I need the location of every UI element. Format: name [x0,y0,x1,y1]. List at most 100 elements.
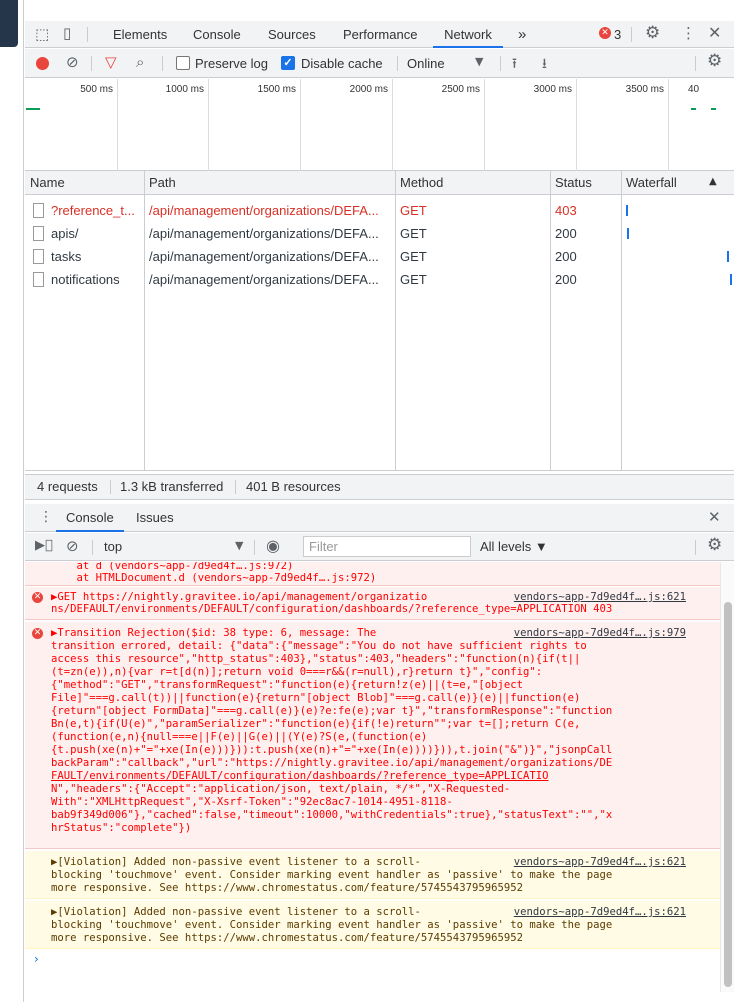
stack-line: at HTMLDocument.d (vendors~app-7d9ed4f….… [51,572,377,584]
separator [500,56,501,71]
console-message-text: ▶[Violation] Added non-passive event lis… [51,856,421,868]
drawer-tab-issues[interactable]: Issues [136,504,174,532]
network-summary-bar: 4 requests 1.3 kB transferred 401 B reso… [25,474,734,500]
waterfall-bar [730,274,732,285]
console-scrollbar[interactable] [720,562,734,992]
timeline-tick-label: 3000 ms [533,84,572,95]
context-selector[interactable]: top [104,533,122,561]
tab-network[interactable]: Network [433,21,503,48]
settings-gear-icon[interactable]: ⚙ [645,23,660,43]
tab-sources[interactable]: Sources [268,21,316,48]
request-method: GET [400,249,427,264]
table-row[interactable]: notifications /api/management/organizati… [25,268,734,291]
import-har-icon[interactable]: ⭱ [512,53,517,77]
table-row[interactable]: ?reference_t... /api/management/organiza… [25,199,734,222]
live-expression-eye-icon[interactable]: ◉ [266,536,280,555]
column-header-method[interactable]: Method [395,171,443,195]
inspect-element-icon[interactable]: ⬚ [35,25,49,43]
close-devtools-icon[interactable]: ✕ [708,23,721,42]
log-levels-dropdown[interactable]: All levels ▼ [480,533,548,561]
console-message-text: ▶Transition Rejection($id: 38 type: 6, m… [51,627,377,639]
device-toolbar-icon[interactable]: ▯ [63,24,71,42]
console-message-text: more responsive. See https://www.chromes… [51,932,523,944]
requests-table: Name Path Method Status Waterfall ▲ ?ref… [25,171,734,471]
separator [235,480,236,494]
document-icon [33,203,44,218]
console-output[interactable]: at d (vendors~app-7d9ed4f….js:972) at HT… [25,562,720,992]
console-message-text[interactable]: ▶GET https://nightly.gravitee.io/api/man… [51,591,427,603]
source-link[interactable]: vendors~app-7d9ed4f….js:621 [514,591,686,603]
tab-console[interactable]: Console [193,21,241,48]
console-message-link[interactable]: FAULT/environments/DEFAULT/configuration… [51,770,548,782]
console-message-violation[interactable]: vendors~app-7d9ed4f….js:621 ▶[Violation]… [25,851,720,899]
clear-console-icon[interactable]: ⊘ [66,537,79,555]
console-message-text: {"method":"GET","transformRequest":"func… [51,679,523,691]
table-row[interactable]: apis/ /api/management/organizations/DEFA… [25,222,734,245]
separator [631,27,632,42]
error-count[interactable]: 3 [614,21,621,48]
console-message-text: more responsive. See https://www.chromes… [51,882,523,894]
search-icon[interactable]: ⌕ [136,53,144,71]
tab-elements[interactable]: Elements [113,21,167,48]
sort-ascending-icon[interactable]: ▲ [709,176,717,187]
network-settings-gear-icon[interactable]: ⚙ [707,51,722,71]
separator [254,540,255,555]
preserve-log-checkbox[interactable] [176,56,190,70]
console-message-get-error[interactable]: ✕ ▶GET https://nightly.gravitee.io/api/m… [25,587,720,620]
timeline-tick-label: 1000 ms [165,84,204,95]
request-name: notifications [51,272,120,287]
separator [110,480,111,494]
context-dropdown-icon[interactable]: ▼ [235,539,243,552]
console-message-transition-error[interactable]: ✕ vendors~app-7d9ed4f….js:979 ▶Transitio… [25,622,720,849]
timeline-tick-label: 1500 ms [257,84,296,95]
timeline-tick [300,79,301,171]
show-sidebar-icon[interactable]: ▶⃞ [35,538,53,553]
document-icon [33,249,44,264]
error-count-icon[interactable]: ✕ [599,27,611,39]
disable-cache-checkbox[interactable]: ✓ [281,56,295,70]
close-drawer-icon[interactable]: ✕ [708,508,721,526]
table-row[interactable]: tasks /api/management/organizations/DEFA… [25,245,734,268]
request-method: GET [400,272,427,287]
separator [91,56,92,71]
request-path: /api/management/organizations/DEFA... [149,226,379,241]
console-message-text: Bn(e,t){if(U(e)","paramSerializer":"func… [51,718,581,730]
timeline-activity-mark [691,108,696,110]
console-settings-gear-icon[interactable]: ⚙ [707,535,722,555]
timeline-tick-label: 500 ms [80,84,113,95]
console-filter-input[interactable]: Filter [303,536,471,557]
scrollbar-thumb[interactable] [724,602,732,987]
error-icon: ✕ [32,592,43,603]
export-har-icon[interactable]: ⭳ [542,53,547,77]
more-options-icon[interactable]: ⋮ [681,24,696,42]
column-header-name[interactable]: Name [25,171,65,195]
separator [695,540,696,555]
timeline-tick [208,79,209,171]
drawer-menu-icon[interactable]: ⋮ [39,509,53,525]
drawer-tab-console[interactable]: Console [56,504,124,532]
console-message-violation[interactable]: vendors~app-7d9ed4f….js:621 ▶[Violation]… [25,901,720,949]
column-header-path[interactable]: Path [144,171,176,195]
stack-line: at d (vendors~app-7d9ed4f….js:972) [51,562,294,572]
filter-icon[interactable]: ▽ [105,53,117,71]
source-link[interactable]: vendors~app-7d9ed4f….js:621 [514,856,686,868]
console-prompt-icon[interactable]: › [34,952,39,966]
drawer-tabbar: ⋮ Console Issues ✕ [25,504,734,532]
source-link[interactable]: vendors~app-7d9ed4f….js:621 [514,906,686,918]
disable-cache-label: Disable cache [301,56,383,71]
more-tabs-button[interactable]: » [518,21,526,48]
throttle-select[interactable]: Online [407,49,445,78]
clear-icon[interactable]: ⊘ [66,53,79,71]
column-header-waterfall[interactable]: Waterfall [621,171,677,195]
network-overview-timeline[interactable]: 500 ms 1000 ms 1500 ms 2000 ms 2500 ms 3… [25,79,734,171]
record-icon[interactable] [36,57,49,70]
error-icon: ✕ [32,628,43,639]
console-message-text[interactable]: ns/DEFAULT/environments/DEFAULT/configur… [51,603,612,615]
column-header-status[interactable]: Status [550,171,592,195]
source-link[interactable]: vendors~app-7d9ed4f….js:979 [514,627,686,639]
dropdown-arrow-icon[interactable]: ▼ [475,55,483,68]
console-message-stack: at d (vendors~app-7d9ed4f….js:972) at HT… [25,562,720,586]
console-message-text: N","headers":{"Accept":"application/json… [51,783,511,795]
left-page-strip [0,0,24,1002]
tab-performance[interactable]: Performance [343,21,417,48]
